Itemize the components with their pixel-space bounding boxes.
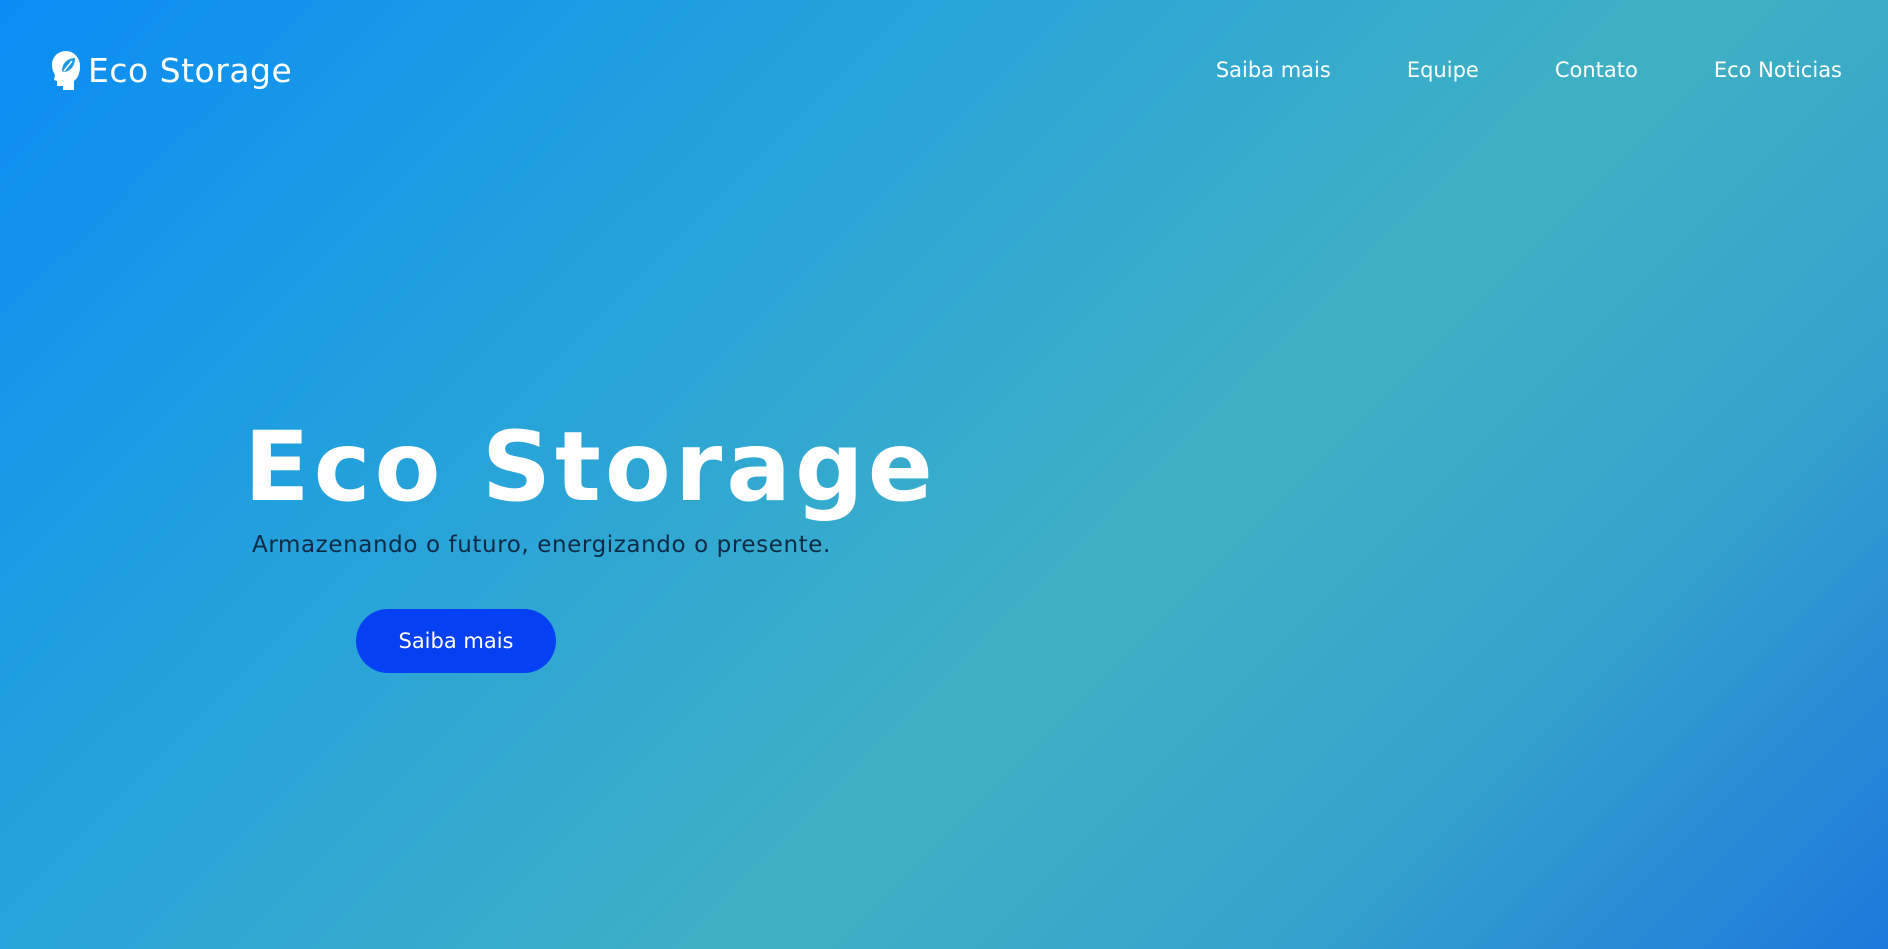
head-leaf-icon <box>52 51 80 90</box>
brand-logo-link[interactable]: Eco Storage <box>50 46 292 94</box>
navbar: Eco Storage Saiba mais Equipe Contato Ec… <box>0 0 1888 140</box>
nav-link-contato[interactable]: Contato <box>1555 58 1638 82</box>
hero-subtitle: Armazenando o futuro, energizando o pres… <box>252 532 831 558</box>
nav-link-equipe[interactable]: Equipe <box>1407 58 1479 82</box>
nav-link-saiba-mais[interactable]: Saiba mais <box>1216 58 1331 82</box>
hero-section: Eco Storage Armazenando o futuro, energi… <box>244 411 1004 673</box>
hero-title: Eco Storage <box>244 411 937 523</box>
saiba-mais-button[interactable]: Saiba mais <box>356 609 556 673</box>
nav-link-eco-noticias[interactable]: Eco Noticias <box>1714 58 1842 82</box>
main-nav: Saiba mais Equipe Contato Eco Noticias <box>1216 54 1842 86</box>
landing-page: Eco Storage Saiba mais Equipe Contato Ec… <box>0 0 1888 949</box>
brand-name: Eco Storage <box>88 50 293 90</box>
